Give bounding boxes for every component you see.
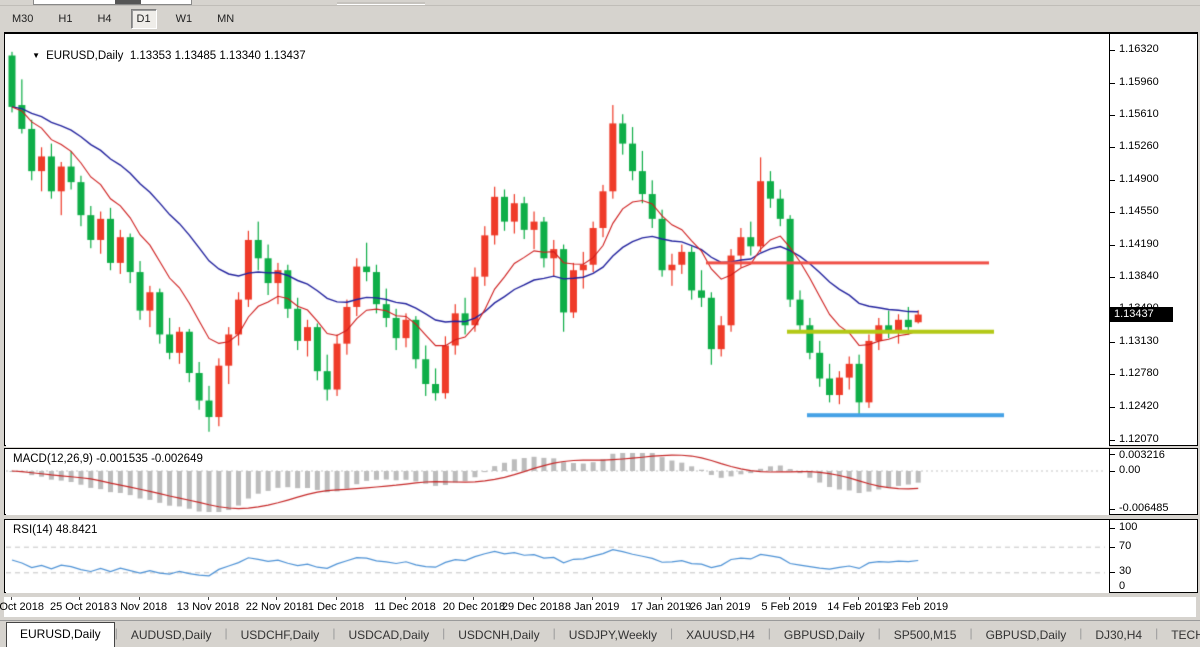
price-tick-mark (1109, 374, 1115, 375)
macd-tick-mark (1109, 509, 1115, 510)
price-tick-label: 1.15610 (1119, 108, 1159, 120)
chart-tab-xauusd-h4[interactable]: XAUUSD,H4 (673, 624, 768, 647)
date-tick-mark (139, 597, 140, 600)
chart-tab-eurusd-daily[interactable]: EURUSD,Daily (6, 622, 115, 647)
date-tick-mark (661, 597, 662, 600)
price-tick-mark (1109, 440, 1115, 441)
price-tick-mark (1109, 180, 1115, 181)
timeframe-button-h1[interactable]: H1 (52, 9, 78, 29)
price-tick-mark (1109, 147, 1115, 148)
timeframe-button-h4[interactable]: H4 (91, 9, 117, 29)
date-tick-mark (336, 597, 337, 600)
rsi-panel: RSI(14) 48.8421 100 70 30 0 (4, 519, 1198, 593)
chart-tab-gbpusd-daily-2[interactable]: GBPUSD,Daily (973, 624, 1080, 647)
price-tick-label: 1.14900 (1119, 173, 1159, 185)
chart-symbol-label: EURUSD,Daily (46, 50, 123, 62)
rsi-tick-mark (1109, 528, 1115, 529)
chart-header: ▼ EURUSD,Daily 1.13353 1.13485 1.13340 1.… (13, 38, 306, 74)
date-tick-mark (79, 597, 80, 600)
rsi-label: RSI(14) 48.8421 (13, 524, 97, 536)
price-tick-label: 1.12780 (1119, 367, 1159, 379)
date-tick-mark (789, 597, 790, 600)
price-tick-mark (1109, 342, 1115, 343)
price-tick-mark (1109, 277, 1115, 278)
macd-tick-mark (1109, 471, 1115, 472)
price-tick-label: 1.15260 (1119, 140, 1159, 152)
price-tick-label: 1.13130 (1119, 335, 1159, 347)
rsi-tick-label: 0 (1119, 580, 1125, 592)
date-tick-mark (720, 597, 721, 600)
price-tick-mark (1109, 83, 1115, 84)
price-tick-label: 1.12420 (1119, 400, 1159, 412)
price-tick-label: 1.14190 (1119, 238, 1159, 250)
chart-dropdown-icon[interactable]: ▼ (32, 51, 40, 60)
toolbar-fragment (33, 0, 192, 5)
price-tick-mark (1109, 50, 1115, 51)
date-tick-mark (473, 597, 474, 600)
price-tick-mark (1109, 212, 1115, 213)
price-tick-label: 1.12070 (1119, 433, 1159, 445)
date-tick-mark (533, 597, 534, 600)
rsi-tick-mark (1109, 572, 1115, 573)
timeframe-toolbar: M30 H1 H4 D1 W1 MN (0, 6, 1200, 32)
rsi-tick-label: 100 (1119, 521, 1137, 533)
date-tick-mark (592, 597, 593, 600)
price-axis[interactable]: 1.16320 1.15960 1.15610 1.15260 1.14900 1.145… (5, 34, 1197, 445)
price-tick-label: 1.16320 (1119, 43, 1159, 55)
rsi-tick-label: 70 (1119, 540, 1131, 552)
date-tick-mark (858, 597, 859, 600)
macd-tick-label: 0.003216 (1119, 449, 1165, 461)
price-chart-panel: ▼ EURUSD,Daily 1.13353 1.13485 1.13340 1.… (4, 32, 1198, 446)
price-tick-label: 1.14550 (1119, 205, 1159, 217)
rsi-axis[interactable]: 100 70 30 0 (5, 520, 1197, 592)
price-tick-label: 1.15960 (1119, 76, 1159, 88)
date-tick-mark (917, 597, 918, 600)
macd-label: MACD(12,26,9) -0.001535 -0.002649 (13, 453, 203, 465)
date-tick-mark (405, 597, 406, 600)
price-tick-mark (1109, 115, 1115, 116)
price-tick-mark (1109, 245, 1115, 246)
chart-tab-usdchf-daily[interactable]: USDCHF,Daily (228, 624, 333, 647)
toolbar-fragment-line (337, 2, 425, 5)
rsi-tick-mark (1109, 592, 1115, 593)
chart-tab-usdcad-daily[interactable]: USDCAD,Daily (335, 624, 442, 647)
timeframe-button-mn[interactable]: MN (211, 9, 240, 29)
chart-tab-dj30-h4[interactable]: DJ30,H4 (1082, 624, 1155, 647)
chart-tab-usdjpy-weekly[interactable]: USDJPY,Weekly (556, 624, 670, 647)
timeframe-button-d1[interactable]: D1 (131, 9, 157, 29)
chart-tab-usdcnh-daily[interactable]: USDCNH,Daily (445, 624, 552, 647)
chart-tab-gbpusd-daily[interactable]: GBPUSD,Daily (771, 624, 878, 647)
chart-tab-audusd-daily[interactable]: AUDUSD,Daily (118, 624, 225, 647)
chart-tab-tech100-h[interactable]: TECH100,H (1158, 624, 1200, 647)
macd-panel: MACD(12,26,9) -0.001535 -0.002649 0.0032… (4, 448, 1198, 515)
date-tick-mark (276, 597, 277, 600)
timeframe-button-m30[interactable]: M30 (6, 9, 39, 29)
date-tick-mark (208, 597, 209, 600)
date-tick-mark (11, 597, 12, 600)
toolbar-fragment-dark (115, 0, 141, 4)
chart-tab-sp500-m15[interactable]: SP500,M15 (881, 624, 970, 647)
current-price-tag: 1.13437 (1109, 307, 1173, 322)
macd-tick-mark (1109, 454, 1115, 455)
macd-tick-label: -0.006485 (1119, 502, 1169, 514)
chart-ohlc-label: 1.13353 1.13485 1.13340 1.13437 (130, 50, 306, 62)
rsi-tick-label: 30 (1119, 565, 1131, 577)
macd-tick-label: 0.00 (1119, 464, 1140, 476)
chart-tab-bar: EURUSD,Daily|AUDUSD,Daily|USDCHF,Daily|U… (0, 620, 1200, 647)
timeframe-button-w1[interactable]: W1 (170, 9, 199, 29)
rsi-tick-mark (1109, 547, 1115, 548)
mt4-window: M30 H1 H4 D1 W1 MN ▼ EURUSD,Daily 1.13353 1.13… (0, 0, 1200, 647)
price-tick-mark (1109, 407, 1115, 408)
price-tick-label: 1.13840 (1119, 270, 1159, 282)
date-tick-label: 23 Feb 2019 (877, 601, 957, 613)
date-axis[interactable]: 16 Oct 201825 Oct 20183 Nov 201813 Nov 2… (4, 597, 1196, 617)
